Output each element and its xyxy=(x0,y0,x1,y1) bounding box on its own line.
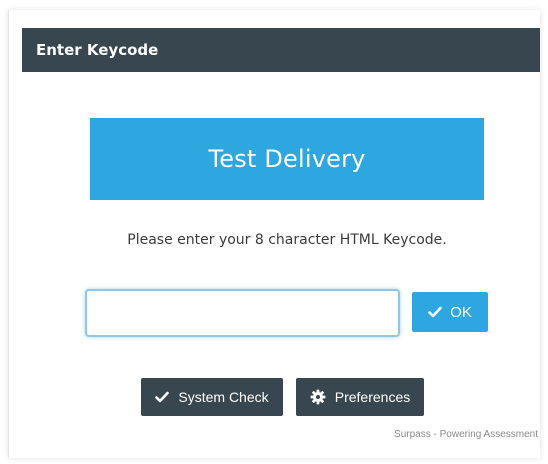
system-check-label: System Check xyxy=(178,389,269,405)
test-delivery-banner: Test Delivery xyxy=(90,118,484,200)
ok-button-label: OK xyxy=(450,303,472,321)
keycode-instruction: Please enter your 8 character HTML Keyco… xyxy=(127,232,447,248)
ok-button[interactable]: OK xyxy=(412,292,488,332)
preferences-button[interactable]: Preferences xyxy=(296,378,424,416)
keycode-input-part1[interactable] xyxy=(87,291,339,335)
footer-powered-by: Surpass - Powering Assessment xyxy=(394,429,538,440)
keycode-field[interactable] xyxy=(85,289,548,337)
dialog-title: Enter Keycode xyxy=(22,28,540,72)
system-check-button[interactable]: System Check xyxy=(141,378,283,416)
preferences-label: Preferences xyxy=(334,389,411,405)
checkmark-icon xyxy=(155,391,170,403)
checkmark-icon xyxy=(428,306,442,318)
gear-icon xyxy=(310,389,326,405)
